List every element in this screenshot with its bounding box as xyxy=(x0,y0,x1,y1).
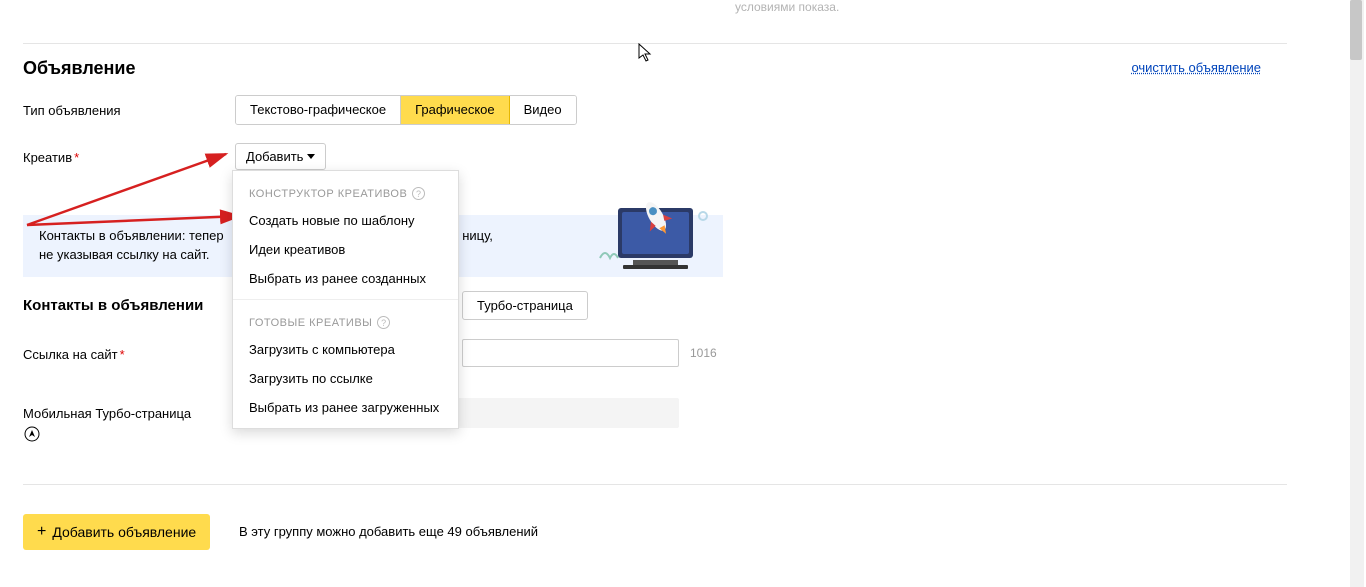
dropdown-item-upload-link[interactable]: Загрузить по ссылке xyxy=(233,364,458,393)
label-site-link: Ссылка на сайт* xyxy=(23,347,125,362)
subsection-contacts: Контакты в объявлении xyxy=(23,297,203,314)
mouse-cursor-icon xyxy=(638,43,654,63)
rocket-icon xyxy=(24,426,40,442)
section-title: Объявление xyxy=(23,58,136,79)
dropdown-separator xyxy=(233,299,458,300)
label-creative: Креатив* xyxy=(23,150,79,165)
add-creative-label: Добавить xyxy=(246,149,303,164)
scrollbar-thumb[interactable] xyxy=(1350,0,1362,60)
clear-ad-link[interactable]: очистить объявление xyxy=(1131,60,1261,75)
banner-text-line1a: Контакты в объявлении: тепер xyxy=(39,228,224,243)
toggle-text-graphic[interactable]: Текстово-графическое xyxy=(236,96,401,124)
dropdown-item-choose-previous[interactable]: Выбрать из ранее созданных xyxy=(233,264,458,293)
creative-dropdown: КОНСТРУКТОР КРЕАТИВОВ ? Создать новые по… xyxy=(232,170,459,429)
required-marker: * xyxy=(74,150,79,165)
add-ad-label: Добавить объявление xyxy=(52,524,196,540)
banner-text-line1b: ницу, xyxy=(462,228,493,243)
site-link-input[interactable] xyxy=(462,339,679,367)
add-creative-button[interactable]: Добавить xyxy=(235,143,326,170)
group-hint-text: В эту группу можно добавить еще 49 объяв… xyxy=(239,524,538,539)
plus-icon: + xyxy=(37,525,46,539)
rocket-monitor-illustration xyxy=(598,198,713,283)
dropdown-item-upload-computer[interactable]: Загрузить с компьютера xyxy=(233,335,458,364)
dropdown-item-ideas[interactable]: Идеи креативов xyxy=(233,235,458,264)
char-count: 1016 xyxy=(690,346,717,360)
add-ad-button[interactable]: + Добавить объявление xyxy=(23,514,210,550)
help-icon[interactable]: ? xyxy=(412,187,425,200)
toggle-video[interactable]: Видео xyxy=(510,96,576,124)
divider-top xyxy=(23,43,1287,44)
label-ad-type: Тип объявления xyxy=(23,103,121,118)
dropdown-item-choose-uploaded[interactable]: Выбрать из ранее загруженных xyxy=(233,393,458,422)
required-marker: * xyxy=(120,347,125,362)
top-hint-text: условиями показа. xyxy=(735,0,839,14)
turbo-page-button[interactable]: Турбо-страница xyxy=(462,291,588,320)
toggle-graphic[interactable]: Графическое xyxy=(401,96,510,124)
dropdown-group-ready: ГОТОВЫЕ КРЕАТИВЫ ? xyxy=(233,306,458,335)
banner-text-line2: не указывая ссылку на сайт. xyxy=(39,247,210,262)
label-mobile-turbo: Мобильная Турбо-страница xyxy=(23,406,191,421)
ad-type-toggle: Текстово-графическое Графическое Видео xyxy=(235,95,577,125)
divider-bottom xyxy=(23,484,1287,485)
scrollbar-track[interactable] xyxy=(1350,0,1364,587)
dropdown-group-constructor: КОНСТРУКТОР КРЕАТИВОВ ? xyxy=(233,177,458,206)
dropdown-item-create-template[interactable]: Создать новые по шаблону xyxy=(233,206,458,235)
help-icon[interactable]: ? xyxy=(377,316,390,329)
chevron-down-icon xyxy=(307,154,315,159)
